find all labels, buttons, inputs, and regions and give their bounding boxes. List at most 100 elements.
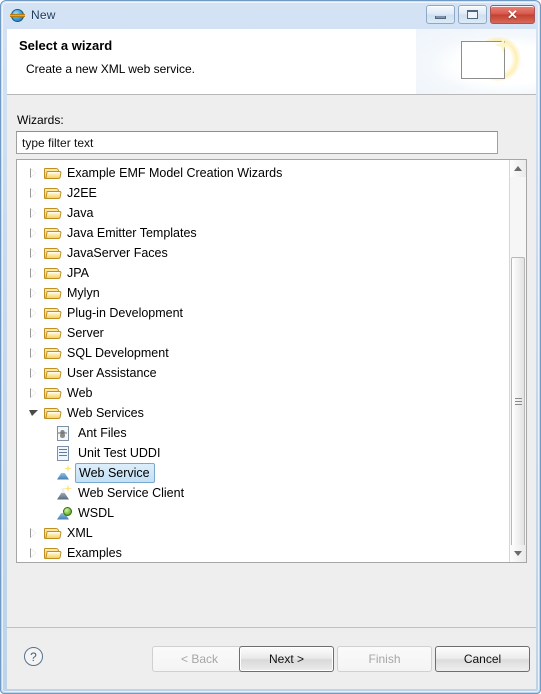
chevron-right-icon[interactable]: [27, 226, 41, 240]
tree-item-label: XML: [67, 526, 93, 540]
folder-icon: [44, 526, 62, 540]
tree-row[interactable]: Ant Files: [17, 423, 509, 443]
tree-item-label: Java Emitter Templates: [67, 226, 197, 240]
scroll-down-button[interactable]: [510, 545, 526, 562]
tree-row[interactable]: WSDL: [17, 503, 509, 523]
tree-row[interactable]: Unit Test UDDI: [17, 443, 509, 463]
tree-row[interactable]: Web Services: [17, 403, 509, 423]
chevron-right-icon[interactable]: [27, 266, 41, 280]
scroll-up-button[interactable]: [510, 160, 526, 177]
tree-row[interactable]: Web Service Client: [17, 483, 509, 503]
chevron-right-icon[interactable]: [27, 186, 41, 200]
tree-row-web-service[interactable]: Web Service: [17, 463, 509, 483]
tree-row[interactable]: JPA: [17, 263, 509, 283]
folder-open-icon: [44, 406, 62, 420]
folder-icon: [44, 186, 62, 200]
eclipse-globe-icon: [10, 7, 26, 23]
finish-button[interactable]: Finish: [337, 646, 432, 672]
dialog-footer: ? < Back Next > Finish Cancel: [7, 627, 536, 689]
chevron-right-icon[interactable]: [27, 286, 41, 300]
next-button[interactable]: Next >: [239, 646, 334, 672]
minimize-icon: [435, 15, 446, 19]
tree-vertical-scrollbar[interactable]: [509, 160, 526, 562]
tree-item-label: Example EMF Model Creation Wizards: [67, 166, 283, 180]
maximize-icon: [467, 10, 478, 19]
scrollbar-thumb[interactable]: [511, 257, 525, 547]
wizard-sparkle-icon: [461, 36, 521, 81]
tree-item-label: WSDL: [78, 506, 115, 520]
folder-icon: [44, 546, 62, 560]
tree-row[interactable]: User Assistance: [17, 363, 509, 383]
tree-item-label: Java: [67, 206, 94, 220]
folder-icon: [44, 266, 62, 280]
chevron-right-icon[interactable]: [27, 366, 41, 380]
chevron-right-icon[interactable]: [27, 166, 41, 180]
tree-row[interactable]: XML: [17, 523, 509, 543]
tree-row[interactable]: Example EMF Model Creation Wizards: [17, 163, 509, 183]
web-service-icon: [55, 464, 72, 481]
tree-item-label: Web: [67, 386, 93, 400]
tree-item-label: Mylyn: [67, 286, 100, 300]
tree-row[interactable]: Web: [17, 383, 509, 403]
web-service-client-icon: [55, 484, 72, 501]
chevron-right-icon[interactable]: [27, 546, 41, 560]
folder-icon: [44, 246, 62, 260]
back-button[interactable]: < Back: [152, 646, 247, 672]
help-icon[interactable]: ?: [24, 647, 43, 666]
chevron-right-icon[interactable]: [27, 386, 41, 400]
scroll-down-icon: [514, 551, 522, 556]
chevron-right-icon[interactable]: [27, 346, 41, 360]
tree-item-label: JPA: [67, 266, 89, 280]
chevron-right-icon[interactable]: [27, 306, 41, 320]
tree-item-label: Examples: [67, 546, 122, 560]
tree-item-label: JavaServer Faces: [67, 246, 168, 260]
folder-icon: [44, 286, 62, 300]
folder-icon: [44, 226, 62, 240]
tree-row[interactable]: SQL Development: [17, 343, 509, 363]
cancel-button[interactable]: Cancel: [435, 646, 530, 672]
minimize-button[interactable]: [426, 5, 455, 24]
maximize-button[interactable]: [458, 5, 487, 24]
folder-icon: [44, 366, 62, 380]
tree-item-label: J2EE: [67, 186, 97, 200]
ant-file-icon: [55, 425, 72, 441]
tree-item-label: Plug-in Development: [67, 306, 184, 320]
chevron-right-icon[interactable]: [27, 206, 41, 220]
close-button[interactable]: ✕: [490, 5, 535, 24]
tree-row[interactable]: J2EE: [17, 183, 509, 203]
uddi-document-icon: [55, 445, 72, 461]
tree-item-label: Unit Test UDDI: [78, 446, 161, 460]
tree-item-label: Web Service Client: [78, 486, 185, 500]
wizard-tree[interactable]: Example EMF Model Creation Wizards J2EE …: [16, 159, 527, 563]
folder-icon: [44, 346, 62, 360]
folder-icon: [44, 386, 62, 400]
tree-row[interactable]: Java Emitter Templates: [17, 223, 509, 243]
tree-row[interactable]: Mylyn: [17, 283, 509, 303]
chevron-right-icon[interactable]: [27, 246, 41, 260]
tree-item-label: User Assistance: [67, 366, 157, 380]
tree-list: Example EMF Model Creation Wizards J2EE …: [17, 160, 509, 562]
title-bar[interactable]: New ✕: [1, 1, 540, 29]
chevron-right-icon[interactable]: [27, 526, 41, 540]
tree-row[interactable]: Plug-in Development: [17, 303, 509, 323]
filter-input[interactable]: [16, 131, 498, 154]
chevron-right-icon[interactable]: [27, 326, 41, 340]
close-icon: ✕: [507, 7, 518, 22]
tree-item-label: SQL Development: [67, 346, 169, 360]
tree-row[interactable]: Server: [17, 323, 509, 343]
wsdl-icon: [55, 506, 72, 521]
tree-row[interactable]: JavaServer Faces: [17, 243, 509, 263]
tree-row[interactable]: Java: [17, 203, 509, 223]
chevron-down-icon[interactable]: [27, 406, 41, 420]
folder-icon: [44, 306, 62, 320]
wizards-label: Wizards:: [17, 113, 64, 127]
tree-item-label: Server: [67, 326, 104, 340]
tree-item-label: Ant Files: [78, 426, 127, 440]
scroll-up-icon: [514, 166, 522, 171]
tree-item-label: Web Service: [75, 463, 155, 483]
folder-icon: [44, 166, 62, 180]
tree-item-label: Web Services: [67, 406, 144, 420]
window-controls: ✕: [426, 5, 535, 24]
tree-row[interactable]: Examples: [17, 543, 509, 562]
new-wizard-dialog: New ✕ Select a wizard Create a new XML w…: [0, 0, 541, 694]
